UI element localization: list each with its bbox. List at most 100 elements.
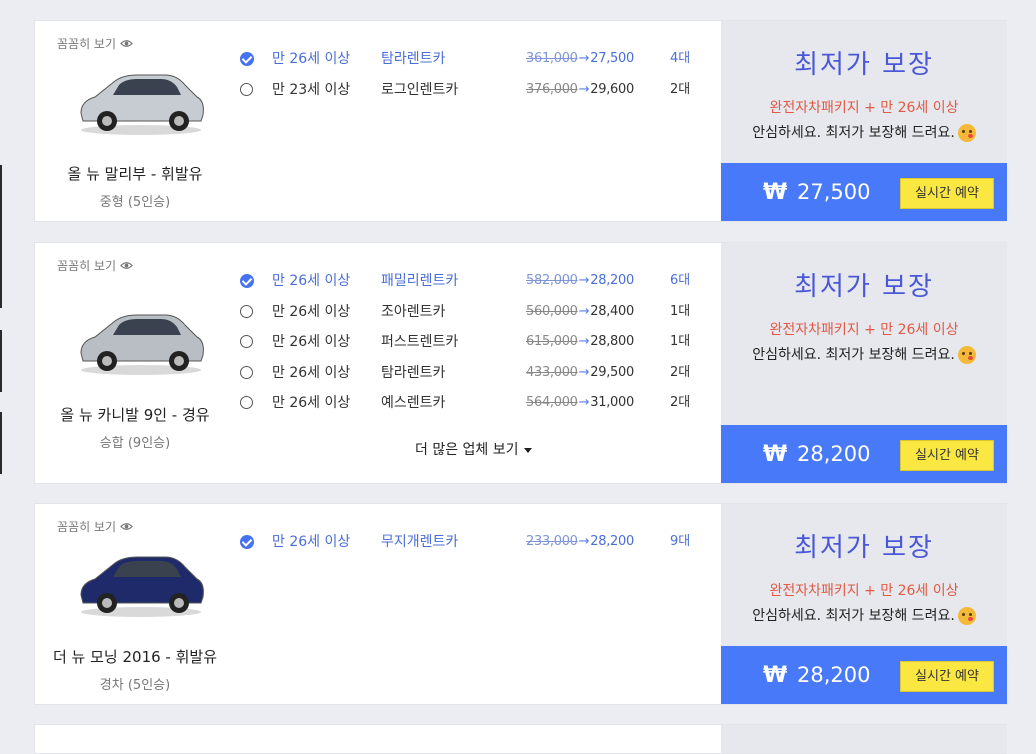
car-info: 꼼꼼히 보기더 뉴 모닝 2016 - 휘발유경차 (5인승) <box>35 504 235 704</box>
discount-price: 28,200 <box>590 273 634 288</box>
selected-check-icon[interactable] <box>240 274 254 288</box>
eye-icon <box>120 40 133 47</box>
offer-company: 예스렌트카 <box>381 395 446 411</box>
offer-row[interactable]: 만 26세 이상 탐라렌트카 361,000→27,500 4대 <box>240 47 720 71</box>
offer-price: 433,000→29,500 <box>526 361 634 385</box>
offer-radio[interactable] <box>240 82 253 96</box>
discount-price: 27,500 <box>590 51 634 66</box>
more-companies-button[interactable]: 더 많은 업체 보기 <box>415 439 532 459</box>
car-image[interactable] <box>73 59 209 137</box>
original-price: 376,000 <box>526 81 578 97</box>
price-panel: 최저가 보장 완전자차패키지 + 만 26세 이상 안심하세요. 최저가 보장해 드… <box>721 21 1007 221</box>
total-price: 28,200 <box>797 442 871 466</box>
peek-label: 꼼꼼히 보기 <box>57 520 117 534</box>
original-price: 361,000 <box>526 51 578 66</box>
discount-price: 28,800 <box>590 334 634 349</box>
left-edge-line <box>0 330 2 392</box>
assurance-text: 안심하세요. 최저가 보장해 드려요. <box>721 605 1007 625</box>
offer-company: 조아렌트카 <box>381 303 446 320</box>
original-price: 564,000 <box>526 395 578 410</box>
offer-count: 2대 <box>670 395 691 410</box>
arrow-right-icon: → <box>578 334 590 349</box>
selected-check-icon[interactable] <box>240 52 254 66</box>
car-name: 더 뉴 모닝 2016 - 휘발유 <box>52 648 218 666</box>
discount-price: 29,500 <box>590 364 634 380</box>
original-price: 560,000 <box>526 303 578 319</box>
realtime-reserve-button[interactable]: 실시간 예약 <box>900 440 994 471</box>
package-info: 완전자차패키지 + 만 26세 이상 <box>769 100 959 116</box>
won-icon: ₩ <box>763 663 788 688</box>
car-class: 경차 (5인승) <box>99 678 171 693</box>
assurance-label: 안심하세요. 최저가 보장해 드려요. <box>752 347 955 363</box>
offer-company: 탐라렌트카 <box>381 51 446 67</box>
eye-icon <box>120 523 133 530</box>
total-price-bar: ₩27,500 실시간 예약 <box>721 163 1007 221</box>
offer-row[interactable]: 만 26세 이상 퍼스트렌트카 615,000→28,800 1대 <box>240 330 720 354</box>
arrow-right-icon: → <box>578 364 590 380</box>
offer-company: 무지개렌트카 <box>381 534 459 550</box>
kiss-emoji-icon <box>957 124 976 142</box>
offer-radio[interactable] <box>240 335 253 348</box>
offer-price: 560,000→28,400 <box>526 300 634 324</box>
price-panel <box>721 725 1007 753</box>
arrow-right-icon: → <box>578 303 590 319</box>
price-panel: 최저가 보장 완전자차패키지 + 만 26세 이상 안심하세요. 최저가 보장해 드… <box>721 504 1007 704</box>
offer-age: 만 26세 이상 <box>272 51 351 67</box>
selected-check-icon[interactable] <box>240 535 254 549</box>
original-price: 233,000 <box>526 534 578 549</box>
offer-count: 1대 <box>670 334 691 349</box>
offer-count: 4대 <box>670 51 691 66</box>
offer-radio[interactable] <box>240 304 253 318</box>
offer-row[interactable]: 만 26세 이상 탐라렌트카 433,000→29,500 2대 <box>240 361 720 385</box>
offer-row[interactable]: 만 26세 이상 무지개렌트카 233,000→28,200 9대 <box>240 530 720 554</box>
offer-row[interactable]: 만 26세 이상 조아렌트카 560,000→28,400 1대 <box>240 300 720 324</box>
discount-price: 29,600 <box>590 81 634 97</box>
total-price-bar: ₩28,200 실시간 예약 <box>721 425 1007 483</box>
listing-card: 꼼꼼히 보기 올 뉴 카니발 9인 - 경유 승합 (9인승) 만 26세 이상 패밀리… <box>34 242 1007 484</box>
peek-link[interactable]: 꼼꼼히 보기 <box>57 257 133 274</box>
offer-row[interactable]: 만 26세 이상 예스렌트카 564,000→31,000 2대 <box>240 391 720 415</box>
arrow-right-icon: → <box>578 395 590 410</box>
lowest-price-guarantee: 최저가 보장 <box>794 272 934 302</box>
offer-row[interactable]: 만 26세 이상 패밀리렌트카 582,000→28,200 6대 <box>240 269 720 293</box>
package-info: 완전자차패키지 + 만 26세 이상 <box>769 583 959 599</box>
offer-row[interactable]: 만 23세 이상 로그인렌트카 376,000→29,600 2대 <box>240 78 720 102</box>
arrow-right-icon: → <box>578 81 590 97</box>
offer-price: 582,000→28,200 <box>526 269 634 293</box>
offer-price: 564,000→31,000 <box>526 391 634 415</box>
peek-label: 꼼꼼히 보기 <box>57 259 117 273</box>
offer-count: 2대 <box>670 81 691 97</box>
peek-link[interactable]: 꼼꼼히 보기 <box>57 35 133 52</box>
price-panel: 최저가 보장완전자차패키지 + 만 26세 이상안심하세요. 최저가 보장해 드… <box>721 243 1007 483</box>
offer-age: 만 26세 이상 <box>272 273 351 289</box>
offer-company: 로그인렌트카 <box>381 81 459 98</box>
offer-age: 만 26세 이상 <box>272 303 351 320</box>
car-class: 중형 (5인승) <box>99 195 171 210</box>
discount-price: 28,400 <box>590 303 634 319</box>
offer-age: 만 26세 이상 <box>272 534 351 550</box>
offer-company: 탐라렌트카 <box>381 364 446 381</box>
car-name: 올 뉴 말리부 - 휘발유 <box>67 165 203 183</box>
offer-age: 만 26세 이상 <box>272 334 351 350</box>
realtime-reserve-button[interactable]: 실시간 예약 <box>900 178 994 209</box>
total-price-bar: ₩28,200 실시간 예약 <box>721 646 1007 704</box>
listing-card: 꼼꼼히 보기올 뉴 말리부 - 휘발유중형 (5인승) 만 26세 이상 탐라렌트카… <box>34 20 1007 222</box>
original-price: 582,000 <box>526 273 578 288</box>
offer-radio[interactable] <box>240 396 253 409</box>
original-price: 433,000 <box>526 364 578 380</box>
peek-link[interactable]: 꼼꼼히 보기 <box>57 518 133 535</box>
arrow-right-icon: → <box>578 534 590 549</box>
discount-price: 28,200 <box>590 534 634 549</box>
offer-age: 만 26세 이상 <box>272 364 351 381</box>
listing-card-partial <box>34 724 1007 754</box>
car-image[interactable] <box>73 299 209 377</box>
arrow-right-icon: → <box>578 273 590 288</box>
package-info: 완전자차패키지 + 만 26세 이상 <box>769 322 959 338</box>
total-price: 27,500 <box>797 180 871 204</box>
realtime-reserve-button[interactable]: 실시간 예약 <box>900 661 994 692</box>
car-image[interactable] <box>73 541 209 619</box>
offer-radio[interactable] <box>240 365 253 379</box>
offer-price: 615,000→28,800 <box>526 330 634 354</box>
offer-price: 233,000→28,200 <box>526 530 634 554</box>
total-price: 28,200 <box>797 663 871 687</box>
